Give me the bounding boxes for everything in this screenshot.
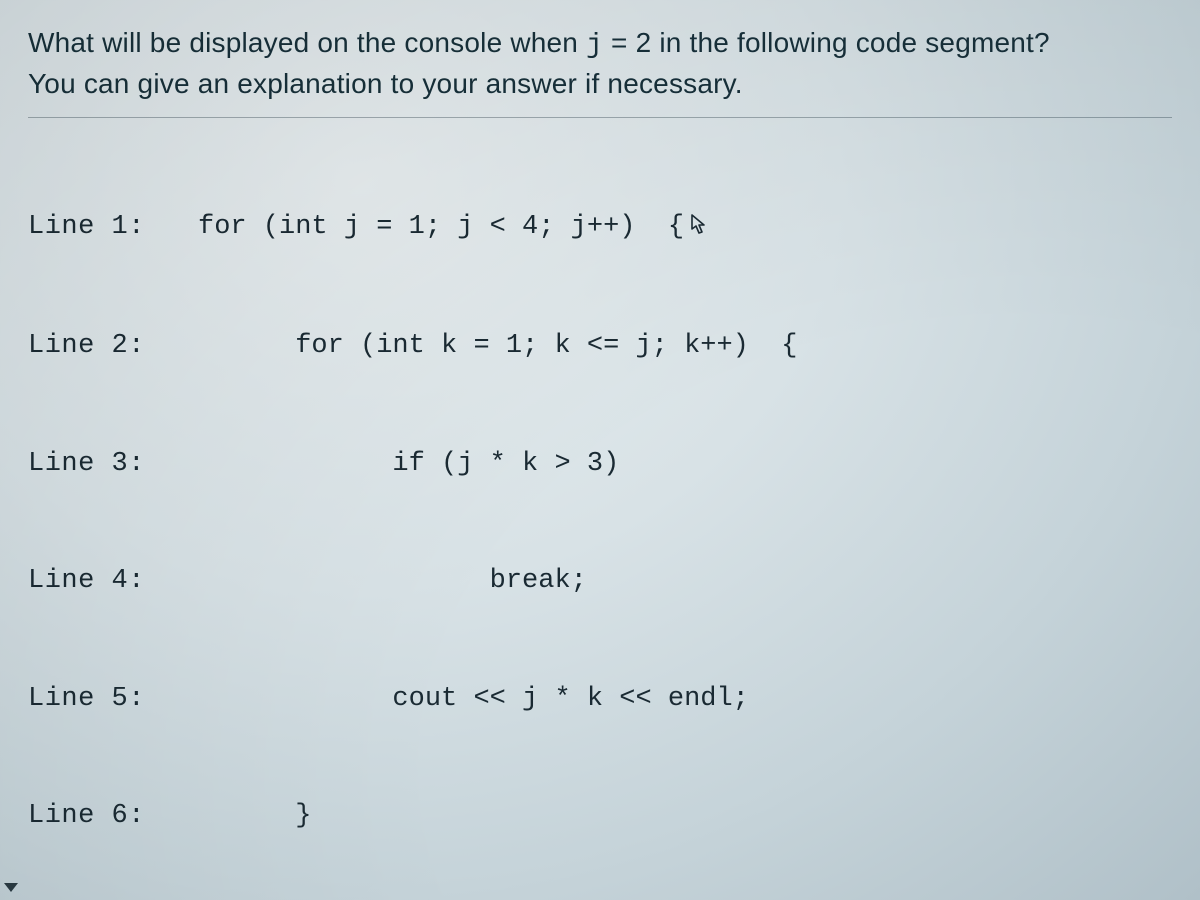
code-text: for (int j = 1; j < 4; j++) { [198, 208, 1172, 249]
question-line-2: You can give an explanation to your answ… [28, 68, 743, 99]
line-label: Line 5: [28, 680, 198, 719]
question-variable: j [586, 30, 603, 61]
question-text: What will be displayed on the console wh… [28, 24, 1172, 103]
code-text: cout << j * k << endl; [198, 680, 1172, 719]
line-label: Line 4: [28, 562, 198, 601]
dropdown-arrow-icon[interactable] [4, 883, 18, 892]
line-label: Line 3: [28, 445, 198, 484]
code-line-6: Line 6: } [28, 797, 1172, 836]
cursor-icon [690, 210, 708, 249]
code-line-1: Line 1: for (int j = 1; j < 4; j++) { [28, 208, 1172, 249]
code-text: for (int k = 1; k <= j; k++) { [198, 327, 1172, 366]
line-label: Line 6: [28, 797, 198, 836]
code-text: break; [198, 562, 1172, 601]
question-part-2: = 2 in the following code segment? [603, 27, 1050, 58]
code-line-5: Line 5: cout << j * k << endl; [28, 680, 1172, 719]
code-text: if (j * k > 3) [198, 445, 1172, 484]
code-line-4: Line 4: break; [28, 562, 1172, 601]
line-label: Line 2: [28, 327, 198, 366]
code-line-3: Line 3: if (j * k > 3) [28, 445, 1172, 484]
code-block: Line 1: for (int j = 1; j < 4; j++) { Li… [28, 130, 1172, 900]
question-part-1: What will be displayed on the console wh… [28, 27, 586, 58]
divider [28, 117, 1172, 118]
code-text: } [198, 797, 1172, 836]
line-label: Line 1: [28, 208, 198, 247]
code-line-2: Line 2: for (int k = 1; k <= j; k++) { [28, 327, 1172, 366]
